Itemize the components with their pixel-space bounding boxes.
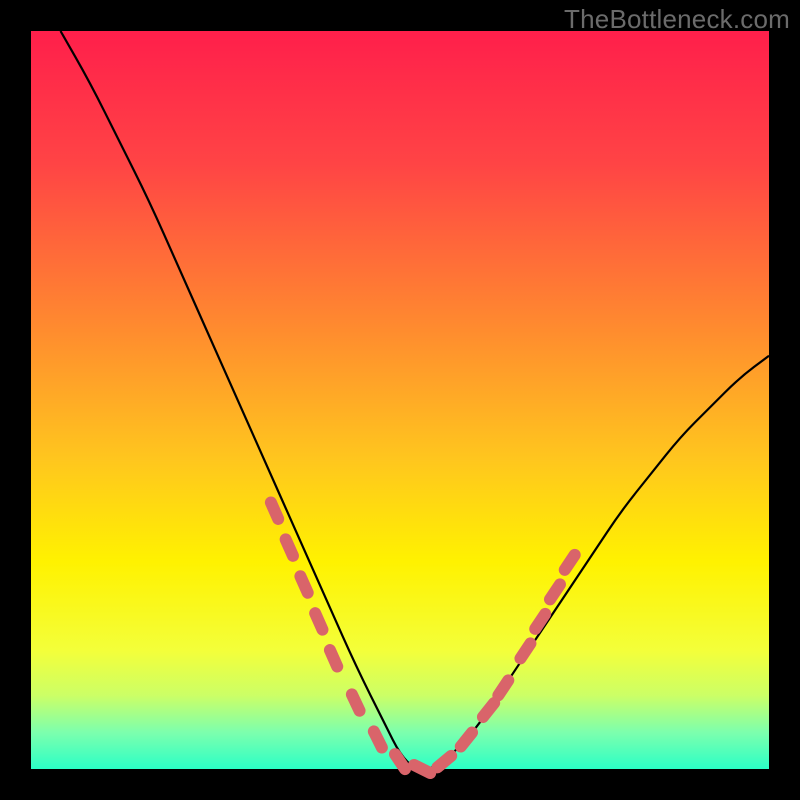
highlight-dot <box>330 650 337 666</box>
chart-frame: TheBottleneck.com <box>0 0 800 800</box>
highlight-dot <box>395 754 405 769</box>
highlight-dot <box>271 502 278 518</box>
watermark-text: TheBottleneck.com <box>564 4 790 35</box>
highlight-dot <box>414 765 430 773</box>
bottleneck-chart <box>0 0 800 800</box>
highlight-dot <box>535 614 545 629</box>
highlight-dot <box>352 694 360 710</box>
highlight-dot <box>374 731 382 747</box>
highlight-dot <box>565 555 575 570</box>
highlight-dot <box>315 613 322 629</box>
highlight-dot <box>498 680 508 695</box>
highlight-dot <box>520 643 530 658</box>
highlight-dot <box>300 576 307 592</box>
highlight-dot <box>550 584 560 599</box>
highlight-dot <box>286 539 293 555</box>
plot-background <box>31 31 769 769</box>
